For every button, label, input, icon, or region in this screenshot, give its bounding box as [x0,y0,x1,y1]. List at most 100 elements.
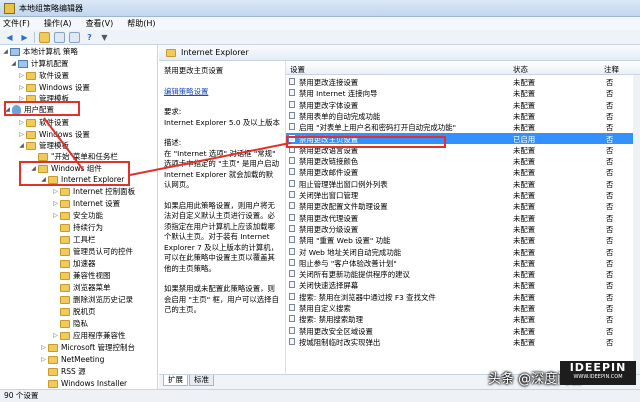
table-row[interactable]: 搜索: 禁用搜索助理 未配置否 [286,313,640,324]
tree-item-browser-menus[interactable]: 浏览器菜单 [52,282,111,293]
expand-icon[interactable]: ▷ [18,131,25,138]
edit-policy-link[interactable]: 编辑策略设置 [164,87,208,96]
table-row[interactable]: 对 Web 地址关闭自动完成功能 未配置否 [286,246,640,257]
menu-view[interactable]: 查看(V) [86,18,114,29]
tab-standard[interactable]: 标准 [189,375,214,386]
expand-icon[interactable]: ▷ [52,188,59,195]
tree-item-toolbars[interactable]: 工具栏 [52,234,96,245]
table-row[interactable]: 禁用更改配置文件助理设置 未配置否 [286,200,640,211]
forward-arrow-icon[interactable]: ▶ [19,32,30,43]
policy-setting-icon [289,191,295,198]
tree-item-compatibility-view[interactable]: 兼容性视图 [52,270,111,281]
policy-tree[interactable]: ◢ 本地计算机 策略 ◢ 计算机配置 ▷ 软件设置 ▷ Windows 设置 ▷ 管理模板… [0,45,158,389]
table-row[interactable]: 禁用 Internet 连接向导 未配置否 [286,87,640,98]
table-row[interactable]: 阻止参与 "客户体验改善计划" 未配置否 [286,257,640,268]
column-setting[interactable]: 设置 [290,64,305,75]
title-bar: 本地组策略编辑器 [0,0,640,17]
table-row[interactable]: 禁用表单的自动完成功能 未配置否 [286,110,640,121]
policy-setting-icon [289,213,295,221]
folder-icon [48,379,58,388]
tree-item-windows-settings[interactable]: ▷ Windows 设置 [18,82,90,93]
expand-icon[interactable]: ▷ [40,344,47,351]
table-row[interactable]: 禁用更改邮件设置 未配置否 [286,166,640,177]
expand-icon[interactable]: ▷ [52,212,59,219]
back-arrow-icon[interactable]: ◀ [4,32,15,43]
table-row[interactable]: 禁用更改安全区域设置 未配置否 [286,325,640,336]
tree-item-accelerators[interactable]: 加速器 [52,258,96,269]
table-row[interactable]: 关闭弹出窗口管理 未配置否 [286,189,640,200]
expand-icon[interactable]: ▷ [40,356,47,363]
table-row[interactable]: 禁用更改分级设置 未配置否 [286,223,640,234]
expand-icon[interactable]: ▷ [18,84,25,91]
table-row[interactable]: 禁用更改连接设置 未配置否 [286,76,640,87]
show-tree-icon[interactable] [54,31,65,43]
policy-setting-icon [289,78,295,85]
policy-setting-icon [289,236,295,244]
policy-setting-icon [289,100,295,108]
policy-setting-icon [289,281,295,289]
policy-setting-icon [289,123,295,131]
policy-setting-icon [289,168,295,176]
collapse-icon[interactable]: ◢ [18,142,25,149]
menu-file[interactable]: 文件(F) [3,18,30,29]
tree-item-computer-config[interactable]: ◢ 计算机配置 [10,58,68,69]
tree-item-mmc[interactable]: ▷ Microsoft 管理控制台 [40,342,135,353]
folder-icon [38,152,48,161]
properties-icon[interactable] [69,31,80,43]
table-row[interactable]: 阻止管理弹出窗口例外列表 未配置否 [286,178,640,189]
table-row[interactable]: 启用 "对表单上用户名和密码打开自动完成功能" 未配置否 [286,121,640,132]
tab-extended[interactable]: 扩展 [163,375,188,386]
policy-setting-icon [289,292,295,300]
collapse-icon[interactable]: ◢ [2,48,9,55]
folder-icon [26,118,36,127]
folder-icon [48,355,58,364]
tree-item-rss[interactable]: RSS 源 [40,366,86,377]
table-row[interactable]: 关闭所有更新功能提供程序的建议 未配置否 [286,268,640,279]
tree-item-persistent-behavior[interactable]: 持续行为 [52,222,103,233]
tree-item-privacy[interactable]: 隐私 [52,318,88,329]
table-row[interactable]: 禁用 "重置 Web 设置" 功能 未配置否 [286,234,640,245]
folder-icon [166,48,176,57]
tree-item-security-features[interactable]: ▷ 安全功能 [52,210,103,221]
column-state[interactable]: 状态 [513,64,528,75]
tree-item-software-settings[interactable]: ▷ 软件设置 [18,70,69,81]
tree-item-netmeeting[interactable]: ▷ NetMeeting [40,354,104,365]
tree-item-internet-settings[interactable]: ▷ Internet 设置 [52,198,120,209]
policy-setting-icon [289,270,295,278]
table-row[interactable]: 搜索: 禁用在浏览器中通过按 F3 查找文件 未配置否 [286,291,640,302]
enabled-text: 如果启用此策略设置，则用户将无法对自定义默认主页进行设置。必须指定在用户计算机上… [164,200,279,273]
tree-item-admin-approved-controls[interactable]: 管理员认可的控件 [52,246,133,257]
tree-item-offline-pages[interactable]: 脱机页 [52,306,96,317]
up-folder-icon[interactable] [39,31,50,43]
filter-icon[interactable]: ▼ [99,32,110,43]
column-note[interactable]: 注释 [604,64,619,75]
policy-setting-icon [289,304,295,311]
table-row[interactable]: 按城阻制临时改实现弹出 未配置 否 [286,336,640,347]
tree-item-local-policy[interactable]: ◢ 本地计算机 策略 [2,46,78,57]
menu-action[interactable]: 操作(A) [44,18,72,29]
policy-setting-icon [289,337,295,345]
folder-icon [60,247,70,256]
tree-item-delete-history[interactable]: 删除浏览历史记录 [52,294,133,305]
toolbar-separator [34,31,35,43]
help-icon[interactable]: ? [84,32,95,43]
collapse-icon[interactable]: ◢ [10,60,17,67]
list-scrollbar[interactable] [633,75,640,374]
expand-icon[interactable]: ▷ [18,72,25,79]
expand-icon[interactable]: ▷ [52,332,59,339]
tree-item-internet-control-panel[interactable]: ▷ Internet 控制面板 [52,186,135,197]
expand-icon[interactable]: ▷ [18,119,25,126]
table-row[interactable]: 禁用自定义搜索 未配置否 [286,302,640,313]
table-row[interactable]: 禁用更改字体设置 未配置否 [286,99,640,110]
table-row[interactable]: 禁用更改链接颜色 未配置否 [286,155,640,166]
tree-item-app-compat[interactable]: ▷ 应用程序兼容性 [52,330,125,341]
computer-icon [10,47,20,56]
table-row[interactable]: 禁用更改代理设置 未配置否 [286,212,640,223]
settings-list[interactable]: 设置 状态 注释 禁用更改连接设置 未配置否禁用 Internet 连接向导 未配置… [285,61,640,374]
table-row[interactable]: 关闭快速选择屏幕 未配置否 [286,279,640,290]
menu-help[interactable]: 帮助(H) [127,18,155,29]
policy-setting-icon [289,224,295,232]
tree-item-windows-installer[interactable]: Windows Installer [40,378,127,389]
policy-setting-icon [289,179,295,187]
expand-icon[interactable]: ▷ [52,200,59,207]
